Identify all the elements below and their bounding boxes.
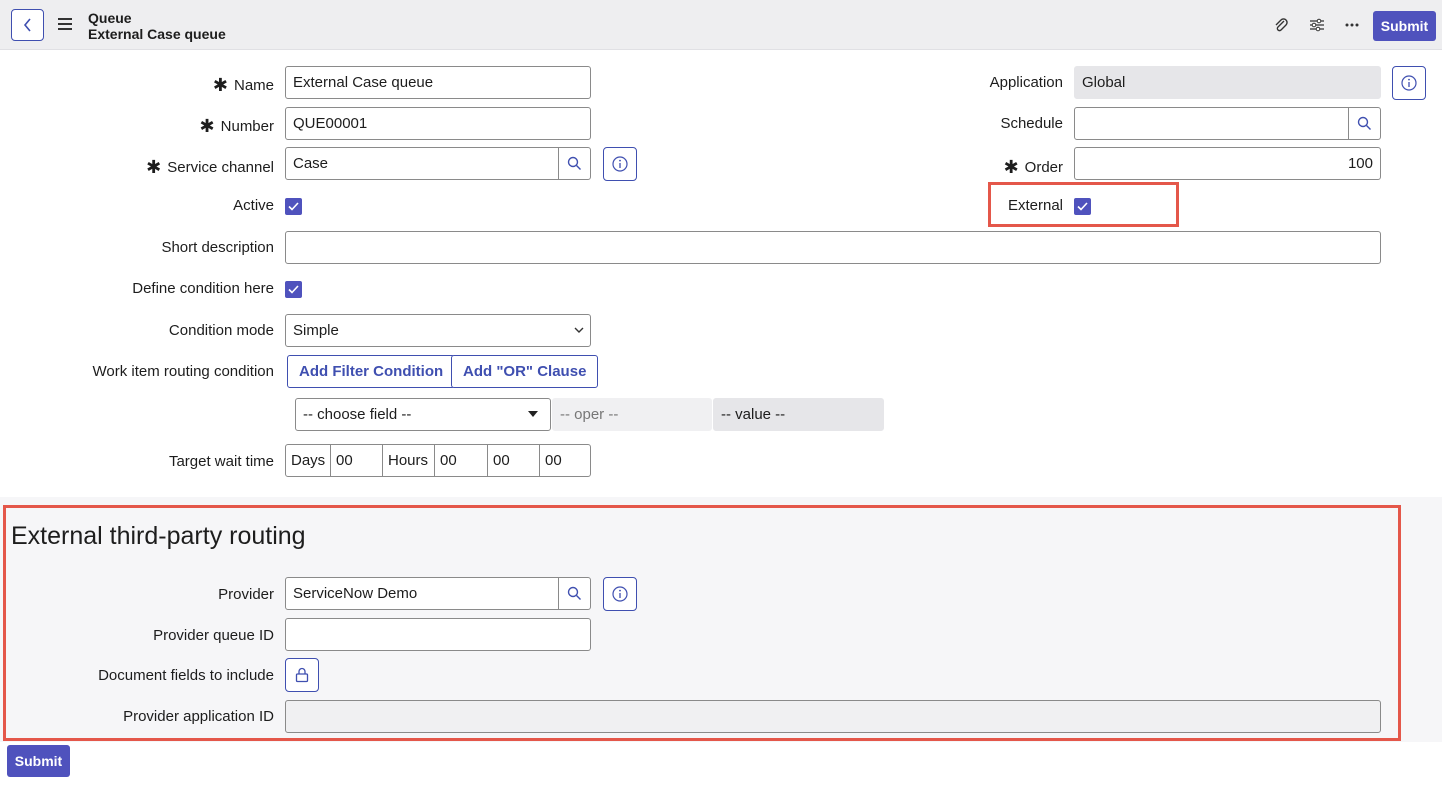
- application-info-button[interactable]: [1392, 66, 1426, 100]
- back-button[interactable]: [11, 9, 44, 41]
- search-icon: [567, 586, 581, 600]
- check-icon: [1077, 202, 1088, 211]
- provider-app-id-input[interactable]: [285, 700, 1381, 733]
- page-title: Queue: [88, 10, 132, 26]
- active-label: Active: [233, 197, 274, 214]
- define-condition-label: Define condition here: [132, 280, 274, 297]
- target-wait-time-label: Target wait time: [168, 453, 274, 470]
- operator-select[interactable]: -- oper --: [552, 398, 712, 431]
- schedule-label: Schedule: [1000, 115, 1063, 132]
- application-label: Application: [989, 74, 1063, 91]
- provider-app-id-label: Provider application ID: [123, 708, 274, 725]
- chevron-left-icon: [23, 18, 31, 32]
- days-label: Days: [286, 445, 331, 476]
- provider-lookup-button[interactable]: [558, 577, 591, 610]
- search-icon: [567, 156, 581, 170]
- condition-mode-value: Simple: [293, 322, 339, 339]
- search-icon: [1357, 116, 1371, 130]
- form-header: Queue External Case queue Submit: [0, 0, 1442, 50]
- routing-condition-label: Work item routing condition: [92, 363, 274, 380]
- service-channel-input[interactable]: Case: [285, 147, 559, 180]
- service-channel-label: ✱ Service channel: [146, 157, 274, 177]
- schedule-input[interactable]: [1074, 107, 1349, 140]
- add-or-clause-button[interactable]: Add "OR" Clause: [451, 355, 599, 388]
- external-checkbox[interactable]: [1074, 198, 1091, 215]
- choose-field-value: -- choose field --: [303, 406, 412, 423]
- name-label: ✱ Name: [212, 75, 274, 95]
- menu-icon[interactable]: [58, 18, 72, 30]
- submit-button-bottom[interactable]: Submit: [7, 745, 70, 777]
- record-title: External Case queue: [88, 26, 226, 42]
- hours-label: Hours: [383, 445, 435, 476]
- submit-button-top[interactable]: Submit: [1373, 11, 1436, 41]
- condition-mode-select[interactable]: Simple: [285, 314, 591, 347]
- order-label: ✱ Order: [1003, 157, 1063, 177]
- settings-sliders-icon[interactable]: [1306, 14, 1328, 36]
- number-input[interactable]: QUE00001: [285, 107, 591, 140]
- info-icon: [1401, 75, 1417, 91]
- attachment-icon[interactable]: [1270, 14, 1292, 36]
- value-field[interactable]: -- value --: [713, 398, 884, 431]
- define-condition-checkbox[interactable]: [285, 281, 302, 298]
- active-checkbox[interactable]: [285, 198, 302, 215]
- short-description-label: Short description: [161, 239, 274, 256]
- order-input[interactable]: 100: [1074, 147, 1381, 180]
- add-filter-condition-button[interactable]: Add Filter Condition: [287, 355, 456, 388]
- provider-info-button[interactable]: [603, 577, 637, 611]
- hours-input[interactable]: 00: [435, 445, 488, 476]
- provider-queue-id-input[interactable]: [285, 618, 591, 651]
- days-input[interactable]: 00: [331, 445, 383, 476]
- choose-field-select[interactable]: -- choose field --: [295, 398, 551, 431]
- more-options-icon[interactable]: [1341, 14, 1363, 36]
- minutes-input[interactable]: 00: [488, 445, 540, 476]
- short-description-input[interactable]: [285, 231, 1381, 264]
- check-icon: [288, 285, 299, 294]
- target-wait-time-field[interactable]: Days 00 Hours 00 00 00: [285, 444, 591, 477]
- check-icon: [288, 202, 299, 211]
- info-icon: [612, 156, 628, 172]
- document-fields-unlock-button[interactable]: [285, 658, 319, 692]
- schedule-lookup-button[interactable]: [1348, 107, 1381, 140]
- name-input[interactable]: External Case queue: [285, 66, 591, 99]
- section-title: External third-party routing: [11, 522, 306, 550]
- seconds-input[interactable]: 00: [540, 445, 590, 476]
- info-icon: [612, 586, 628, 602]
- condition-mode-label: Condition mode: [168, 322, 274, 339]
- number-label: ✱ Number: [199, 116, 274, 136]
- caret-down-icon: [528, 411, 538, 417]
- provider-input[interactable]: ServiceNow Demo: [285, 577, 559, 610]
- provider-queue-id-label: Provider queue ID: [153, 627, 274, 644]
- external-label: External: [1007, 197, 1063, 214]
- application-field: Global: [1074, 66, 1381, 99]
- provider-label: Provider: [218, 586, 274, 603]
- service-channel-lookup-button[interactable]: [558, 147, 591, 180]
- document-fields-label: Document fields to include: [98, 667, 274, 684]
- lock-icon: [295, 667, 309, 683]
- service-channel-info-button[interactable]: [603, 147, 637, 181]
- chevron-down-icon: [574, 327, 584, 333]
